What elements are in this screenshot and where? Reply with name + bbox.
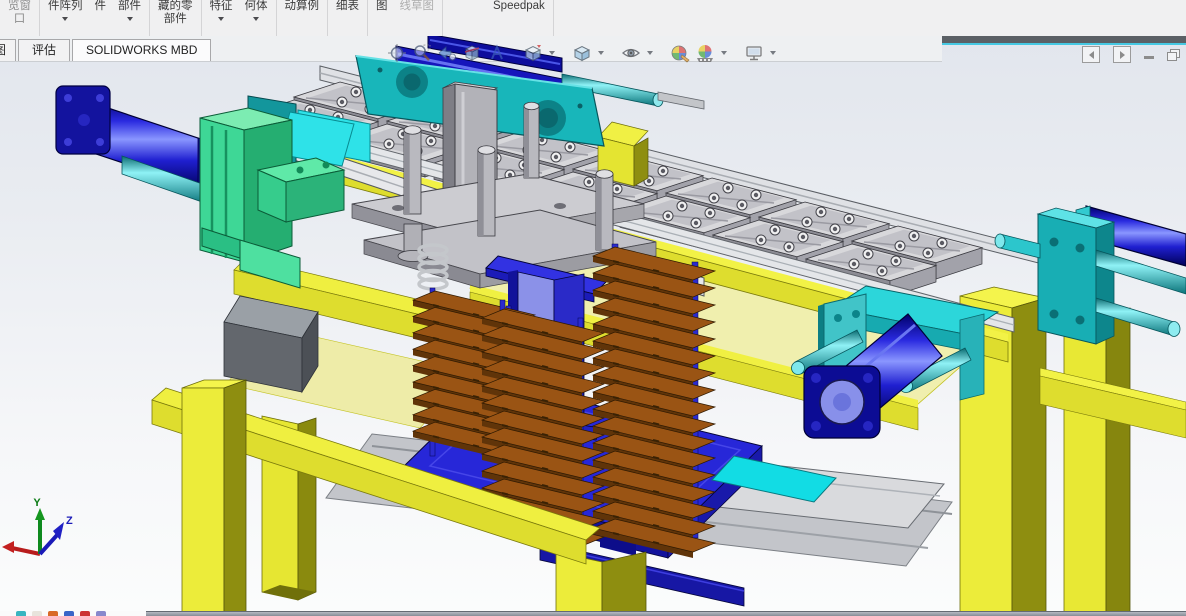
ribbon-item-assembly-features[interactable]: 特征 bbox=[204, 0, 239, 36]
collapse-right-icon[interactable] bbox=[1113, 46, 1131, 63]
dropdown-caret-icon[interactable] bbox=[721, 51, 727, 55]
taskbar-icons-partial[interactable] bbox=[0, 611, 146, 616]
cad-model-canvas[interactable]: Y Z bbox=[0, 36, 1186, 611]
solidworks-window: 览窗 口 件阵列 件 部件 藏的零 部件 特征 bbox=[0, 0, 1186, 616]
statusbar-edge bbox=[146, 611, 1186, 616]
heads-up-view-toolbar bbox=[386, 42, 778, 64]
view-settings-icon[interactable] bbox=[743, 42, 765, 64]
dropdown-caret-icon bbox=[127, 17, 133, 21]
ribbon-group: Speedpak bbox=[485, 0, 554, 36]
dropdown-caret-icon[interactable] bbox=[770, 51, 776, 55]
ribbon-group: 图 线草图 bbox=[368, 0, 443, 36]
command-manager-ribbon: 览窗 口 件阵列 件 部件 藏的零 部件 特征 bbox=[0, 0, 1186, 37]
zoom-to-area-icon[interactable] bbox=[411, 42, 433, 64]
taskbar-sliver bbox=[0, 611, 1186, 616]
ribbon-group: 动算例 bbox=[277, 0, 329, 36]
annotations-icon[interactable] bbox=[486, 42, 508, 64]
dropdown-caret-icon bbox=[218, 17, 224, 21]
zoom-to-fit-icon[interactable] bbox=[386, 42, 408, 64]
previous-view-icon[interactable] bbox=[436, 42, 458, 64]
triad-y-label: Y bbox=[33, 497, 41, 509]
triad-z-label: Z bbox=[66, 515, 73, 527]
ribbon-group: 藏的零 部件 bbox=[150, 0, 202, 36]
gray-support-wedge[interactable] bbox=[224, 296, 318, 392]
restore-icon[interactable] bbox=[1167, 49, 1180, 61]
collapse-left-icon[interactable] bbox=[1082, 46, 1100, 63]
ribbon-item-move-component[interactable]: 部件 bbox=[112, 0, 147, 36]
ribbon-item-exploded-view[interactable]: 图 bbox=[370, 0, 394, 36]
dropdown-caret-icon bbox=[62, 17, 68, 21]
ribbon-group: 特征 何体 bbox=[202, 0, 277, 36]
apply-scene-icon[interactable] bbox=[694, 42, 716, 64]
document-window-controls bbox=[1082, 46, 1180, 63]
ribbon-item-bill-of-materials[interactable]: 细表 bbox=[330, 0, 365, 36]
ribbon-item-preview-window[interactable]: 览窗 口 bbox=[2, 0, 37, 36]
ribbon-item-component-pattern[interactable]: 件阵列 bbox=[42, 0, 89, 36]
section-view-icon[interactable] bbox=[461, 42, 483, 64]
copper-plate-stack-right[interactable] bbox=[593, 244, 715, 558]
minimize-icon[interactable] bbox=[1144, 56, 1154, 59]
edit-appearance-icon[interactable] bbox=[669, 42, 691, 64]
hide-show-items-icon[interactable] bbox=[620, 42, 642, 64]
display-style-icon[interactable] bbox=[571, 42, 593, 64]
view-orientation-icon[interactable] bbox=[522, 42, 544, 64]
ribbon-item-speedpak[interactable]: Speedpak bbox=[487, 0, 551, 36]
dropdown-caret-icon[interactable] bbox=[598, 51, 604, 55]
graphics-viewport[interactable]: 图 评估 SOLIDWORKS MBD bbox=[0, 36, 1186, 611]
ribbon-item-explode-line-sketch: 线草图 bbox=[394, 0, 441, 36]
reference-triad[interactable]: Y Z bbox=[2, 497, 73, 554]
ribbon-group: 件阵列 件 部件 bbox=[40, 0, 150, 36]
dropdown-caret-icon[interactable] bbox=[549, 51, 555, 55]
ribbon-item-motion-study[interactable]: 动算例 bbox=[279, 0, 326, 36]
left-pneumatic-assembly[interactable] bbox=[56, 86, 354, 288]
dropdown-caret-icon[interactable] bbox=[647, 51, 653, 55]
ribbon-item-reference-geometry[interactable]: 何体 bbox=[239, 0, 274, 36]
ribbon-group: 细表 bbox=[328, 0, 368, 36]
dropdown-caret-icon bbox=[253, 17, 259, 21]
ribbon-item-show-hidden-components[interactable]: 藏的零 部件 bbox=[152, 0, 199, 36]
ribbon-group: 览窗 口 bbox=[0, 0, 40, 36]
ribbon-item-insert-component[interactable]: 件 bbox=[89, 0, 113, 36]
